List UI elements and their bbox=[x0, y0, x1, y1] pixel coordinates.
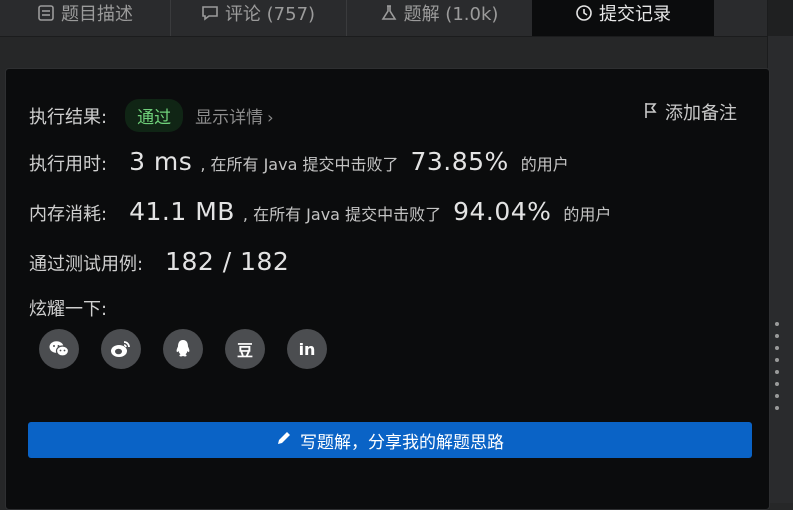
memory-percent: 94.04% bbox=[453, 197, 552, 226]
chevron-right-icon: › bbox=[267, 108, 274, 127]
tab-bar: 题目描述 评论 (757) 题解 (1.0k) 提交记录 bbox=[0, 0, 768, 37]
add-note-button[interactable]: 添加备注 bbox=[643, 99, 737, 125]
tab-submissions[interactable]: 提交记录 bbox=[532, 0, 714, 36]
runtime-value: 3 ms bbox=[129, 147, 193, 176]
clock-icon bbox=[575, 4, 593, 22]
weibo-icon[interactable] bbox=[101, 329, 141, 369]
douban-icon[interactable]: 豆 bbox=[225, 329, 265, 369]
write-solution-button[interactable]: 写题解，分享我的解题思路 bbox=[28, 422, 752, 458]
pencil-icon bbox=[276, 430, 292, 451]
comment-icon bbox=[201, 4, 219, 22]
tab-description[interactable]: 题目描述 bbox=[0, 0, 171, 36]
wechat-icon[interactable] bbox=[39, 329, 79, 369]
tests-row: 通过测试用例: 182 / 182 bbox=[29, 247, 290, 276]
memory-row: 内存消耗: 41.1 MB , 在所有 Java 提交中击败了 94.04% 的… bbox=[29, 197, 612, 226]
runtime-row: 执行用时: 3 ms , 在所有 Java 提交中击败了 73.85% 的用户 bbox=[29, 147, 569, 176]
memory-value: 41.1 MB bbox=[129, 197, 235, 226]
side-scrollbar[interactable] bbox=[767, 0, 793, 503]
tab-comments[interactable]: 评论 (757) bbox=[170, 0, 347, 36]
drag-handle-icon[interactable] bbox=[775, 322, 779, 410]
runtime-percent: 73.85% bbox=[410, 147, 509, 176]
flask-icon bbox=[380, 4, 398, 22]
linkedin-icon[interactable]: in bbox=[287, 329, 327, 369]
share-label-row: 炫耀一下: bbox=[29, 299, 108, 320]
document-icon bbox=[37, 4, 55, 22]
submission-result-panel: 执行结果: 通过 显示详情 › 添加备注 执行用时: 3 ms , 在所有 Ja… bbox=[5, 68, 770, 510]
tests-value: 182 / 182 bbox=[165, 247, 290, 276]
tab-solutions[interactable]: 题解 (1.0k) bbox=[346, 0, 533, 36]
flag-icon bbox=[643, 101, 659, 124]
result-row: 执行结果: 通过 显示详情 › bbox=[29, 99, 273, 132]
show-details-link[interactable]: 显示详情 bbox=[195, 103, 263, 128]
status-badge: 通过 bbox=[125, 99, 184, 132]
share-buttons: 豆 in bbox=[39, 329, 327, 369]
qq-icon[interactable] bbox=[163, 329, 203, 369]
